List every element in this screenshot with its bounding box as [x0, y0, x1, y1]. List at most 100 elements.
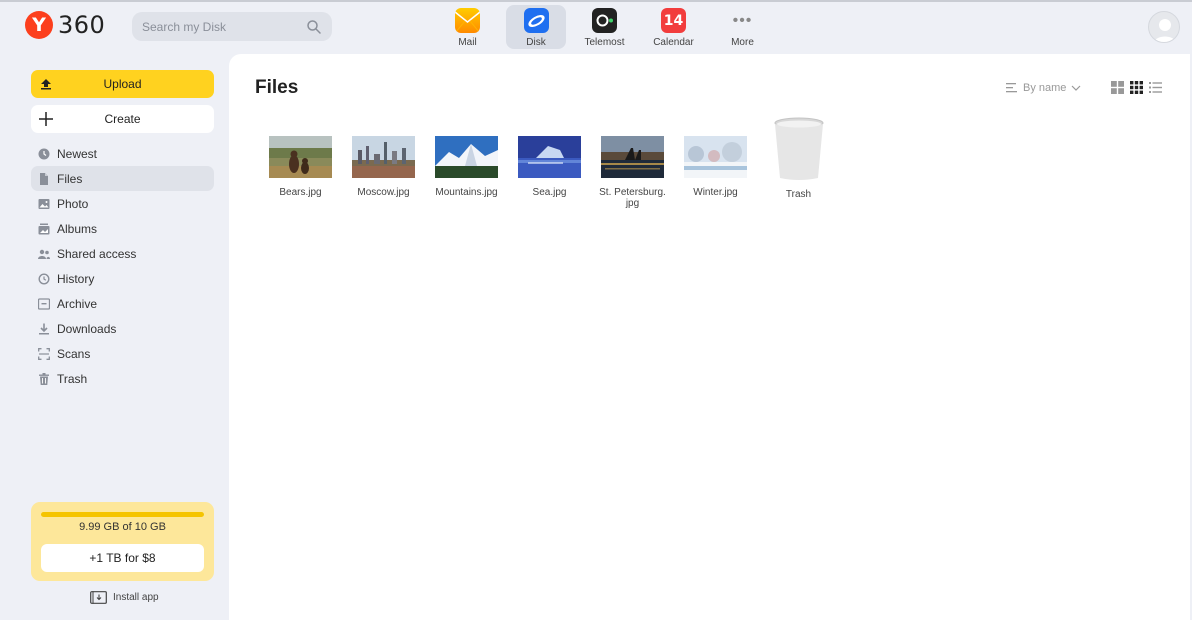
file-thumbnail [352, 136, 415, 178]
app-label: Telemost [584, 37, 625, 48]
list-view-icon[interactable] [1149, 81, 1162, 94]
file-thumbnail [435, 136, 498, 178]
sidebar-item-photo[interactable]: Photo [31, 191, 214, 216]
storage-widget: 9.99 GB of 10 GB +1 TB for $8 [31, 502, 214, 581]
app-more[interactable]: ••• More [708, 5, 777, 49]
app-switcher: Mail Disk Telemost 14 Calendar ••• More [433, 5, 777, 49]
file-thumbnail [269, 136, 332, 178]
user-avatar[interactable] [1148, 11, 1180, 43]
search-input[interactable] [142, 19, 306, 34]
chevron-down-icon [1071, 85, 1081, 91]
small-tiles-view-icon[interactable] [1130, 81, 1143, 94]
file-grid: Bears.jpg Moscow.jpg Mountains.jpg Sea.j… [259, 117, 840, 209]
more-dots-icon: ••• [732, 11, 753, 29]
trash-folder-item[interactable]: Trash [757, 117, 840, 209]
yandex-logo-icon: Y [25, 11, 53, 39]
storage-progress-bar [41, 512, 204, 517]
sort-icon [1006, 83, 1017, 93]
storage-progress-fill [41, 512, 204, 517]
file-item[interactable]: Moscow.jpg [342, 134, 425, 209]
sidebar-item-label: Files [57, 171, 83, 186]
file-icon [40, 172, 48, 185]
install-app-link[interactable]: Install app [90, 591, 159, 604]
disk-icon [523, 8, 549, 33]
calendar-icon: 14 [661, 8, 686, 33]
sidebar-item-label: History [57, 271, 95, 286]
file-name: Trash [785, 189, 812, 200]
sidebar-item-albums[interactable]: Albums [31, 216, 214, 241]
sidebar-item-label: Albums [57, 221, 98, 236]
photo-icon [38, 198, 50, 209]
app-telemost[interactable]: Telemost [570, 5, 639, 49]
plus-icon [39, 112, 53, 126]
file-item[interactable]: St. Petersburg. jpg [591, 134, 674, 209]
file-name: Bears.jpg [279, 187, 322, 198]
file-name: Moscow.jpg [357, 187, 410, 198]
sidebar-item-label: Downloads [57, 321, 117, 336]
storage-used-text: 9.99 GB of 10 GB [79, 521, 166, 533]
create-label: Create [104, 112, 141, 126]
app-disk[interactable]: Disk [506, 5, 566, 49]
trash-bin-icon [771, 116, 827, 180]
file-name: St. Petersburg. jpg [599, 187, 666, 209]
sidebar-item-scans[interactable]: Scans [31, 341, 214, 366]
logo-text: 360 [58, 11, 106, 39]
search-box[interactable] [132, 12, 332, 41]
trash-icon [39, 372, 49, 385]
app-label: Disk [526, 37, 546, 48]
app-calendar[interactable]: 14 Calendar [639, 5, 708, 49]
upgrade-storage-button[interactable]: +1 TB for $8 [41, 544, 204, 572]
sidebar-item-label: Trash [57, 371, 88, 386]
upload-label: Upload [103, 77, 142, 91]
file-name: Mountains.jpg [435, 187, 498, 198]
app-label: Mail [458, 37, 477, 48]
sidebar: Upload Create Newest Files Photo Albums … [16, 54, 229, 620]
sidebar-item-shared-access[interactable]: Shared access [31, 241, 214, 266]
file-name: Winter.jpg [693, 187, 738, 198]
file-thumbnail [518, 136, 581, 178]
file-item[interactable]: Winter.jpg [674, 134, 757, 209]
sidebar-nav: Newest Files Photo Albums Shared access … [31, 141, 214, 391]
history-icon [38, 272, 50, 285]
main-content: Files By name Bears.jpg Moscow.jpg Mount… [229, 54, 1190, 620]
yandex-360-logo[interactable]: Y 360 [25, 11, 105, 39]
sidebar-item-archive[interactable]: Archive [31, 291, 214, 316]
mail-icon [455, 8, 480, 33]
sidebar-item-history[interactable]: History [31, 266, 214, 291]
app-label: More [731, 37, 754, 48]
file-item[interactable]: Bears.jpg [259, 134, 342, 209]
large-tiles-view-icon[interactable] [1111, 81, 1124, 94]
sort-dropdown[interactable]: By name [1006, 82, 1086, 94]
app-mail[interactable]: Mail [433, 5, 502, 49]
sidebar-item-label: Shared access [57, 246, 137, 261]
file-item[interactable]: Sea.jpg [508, 134, 591, 209]
sidebar-item-newest[interactable]: Newest [31, 141, 214, 166]
sidebar-item-label: Archive [57, 296, 98, 311]
install-app-label: Install app [113, 592, 159, 603]
archive-icon [38, 297, 50, 310]
file-name: Sea.jpg [532, 187, 567, 198]
file-item[interactable]: Mountains.jpg [425, 134, 508, 209]
sidebar-item-label: Scans [57, 346, 91, 361]
sidebar-item-label: Photo [57, 196, 89, 211]
sidebar-item-trash[interactable]: Trash [31, 366, 214, 391]
clock-icon [38, 148, 50, 159]
search-icon[interactable] [306, 19, 322, 35]
app-label: Calendar [653, 37, 694, 48]
install-app-icon [90, 591, 107, 604]
sort-label: By name [1023, 82, 1067, 94]
sidebar-item-label: Newest [57, 146, 98, 161]
create-button[interactable]: Create [31, 105, 214, 133]
sidebar-item-files[interactable]: Files [31, 166, 214, 191]
people-icon [38, 249, 50, 259]
upload-icon [41, 79, 51, 90]
download-icon [39, 323, 49, 334]
file-thumbnail [684, 136, 747, 178]
page-title: Files [255, 77, 299, 98]
top-header: Y 360 Mail Disk Telemost [0, 2, 1192, 54]
file-thumbnail [601, 136, 664, 178]
upload-button[interactable]: Upload [31, 70, 214, 98]
scan-icon [38, 347, 50, 360]
sidebar-item-downloads[interactable]: Downloads [31, 316, 214, 341]
album-icon [38, 223, 50, 234]
